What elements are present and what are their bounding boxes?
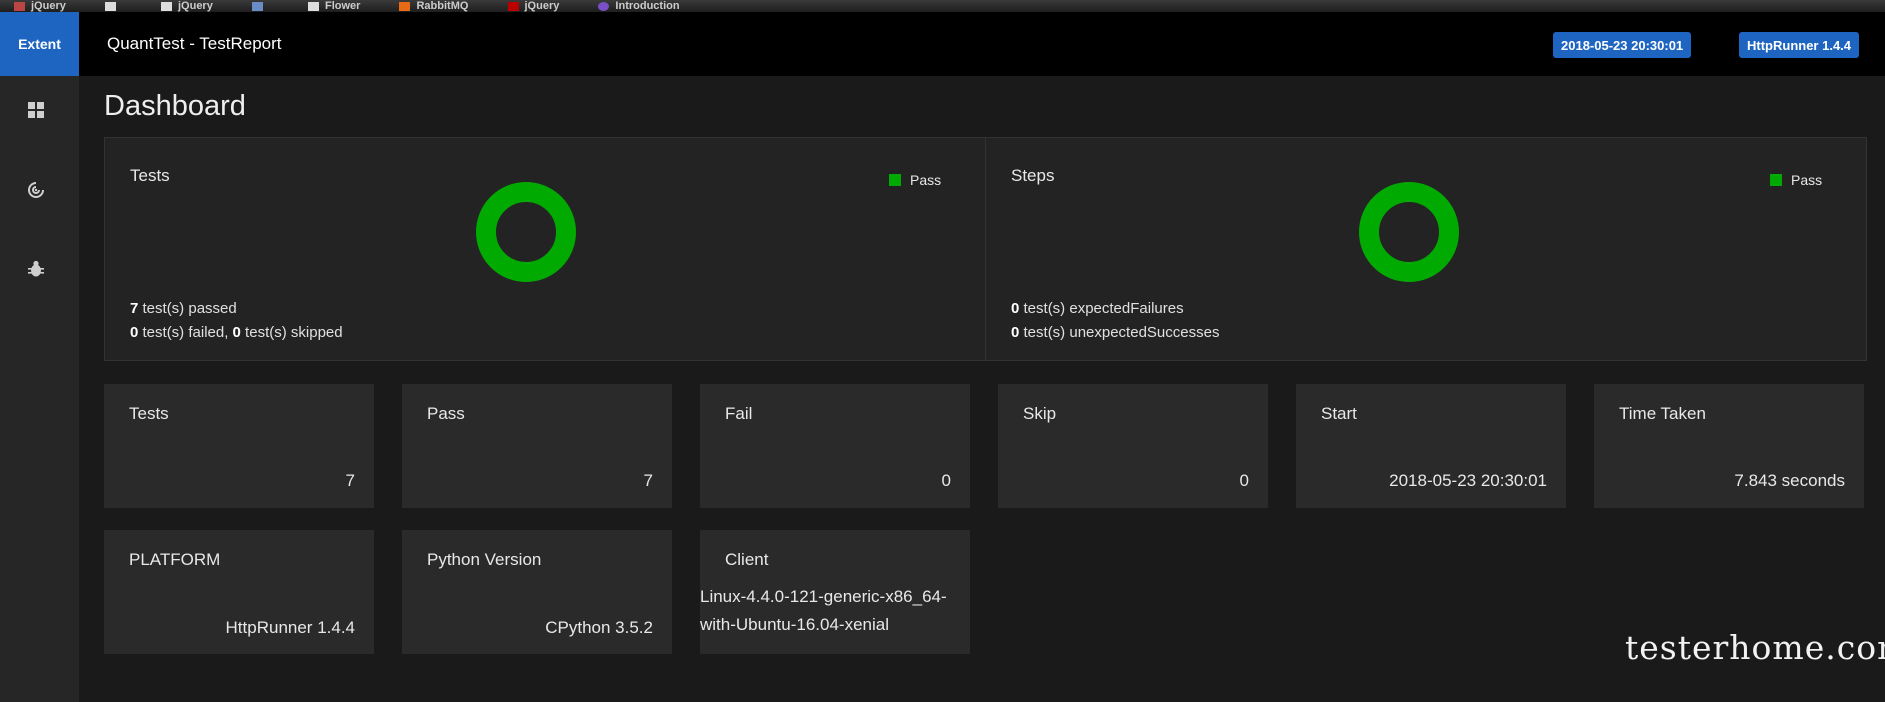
stat-card-fail: Fail 0 (700, 384, 970, 508)
main-content: Dashboard Tests Pass 7 test(s) passed 0 … (79, 76, 1885, 702)
sidebar (0, 76, 79, 702)
env-value: CPython 3.5.2 (545, 618, 653, 637)
stat-value: 7 (345, 471, 355, 490)
brand-logo[interactable]: Extent (0, 12, 79, 76)
stat-value: 2018-05-23 20:30:01 (1389, 471, 1547, 490)
steps-panel: Steps Pass 0 test(s) expectedFailures 0 … (985, 137, 1867, 361)
bookmark-item[interactable]: jQuery (507, 0, 559, 12)
report-title: QuantTest - TestReport (107, 34, 282, 53)
env-label: Python Version (427, 550, 542, 569)
legend-label: Pass (1791, 172, 1823, 188)
donut-pass-slice[interactable] (1359, 182, 1459, 282)
donut-pass-slice[interactable] (476, 182, 576, 282)
bookmark-item[interactable]: jQuery (160, 0, 213, 12)
stat-card-skip: Skip 0 (998, 384, 1268, 508)
steps-legend[interactable]: Pass (1770, 172, 1822, 188)
env-card-client: Client Linux-4.4.0-121-generic-x86_64-wi… (700, 530, 970, 654)
stat-value: 7.843 seconds (1734, 471, 1845, 490)
version-badge: HttpRunner 1.4.4 (1739, 32, 1860, 58)
site-watermark: testerhome.com (1625, 628, 1885, 667)
bookmarks-bar: jQuery jQuery Flower RabbitMQ jQuery Int… (0, 0, 1885, 12)
unexpected-successes-summary: 0 test(s) unexpectedSuccesses (1011, 324, 1220, 341)
tests-failed-summary: 0 test(s) failed, 0 test(s) skipped (130, 324, 343, 341)
tests-legend[interactable]: Pass (889, 172, 941, 188)
stat-card-start: Start 2018-05-23 20:30:01 (1296, 384, 1566, 508)
steps-donut-chart (1359, 182, 1459, 282)
stat-label: Start (1321, 404, 1357, 423)
stat-label: Pass (427, 404, 465, 423)
stat-label: Fail (725, 404, 753, 423)
target-icon[interactable] (26, 180, 46, 200)
bug-icon[interactable] (26, 259, 46, 279)
env-value: HttpRunner 1.4.4 (225, 618, 355, 637)
stat-label: Time Taken (1619, 404, 1706, 423)
dashboard-icon[interactable] (26, 100, 46, 120)
legend-label: Pass (910, 172, 942, 188)
env-label: PLATFORM (129, 550, 221, 569)
stat-label: Tests (129, 404, 169, 423)
tests-donut-chart (476, 182, 576, 282)
tests-passed-summary: 7 test(s) passed (130, 300, 237, 317)
steps-panel-title: Steps (1011, 166, 1055, 185)
stat-value: 7 (643, 471, 653, 490)
top-nav-bar: Extent QuantTest - TestReport 2018-05-23… (0, 12, 1885, 76)
tests-panel-title: Tests (130, 166, 170, 185)
stat-card-tests: Tests 7 (104, 384, 374, 508)
bookmark-item[interactable]: Introduction (598, 0, 680, 12)
env-card-python-version: Python Version CPython 3.5.2 (402, 530, 672, 654)
stat-value: 0 (941, 471, 951, 490)
bookmark-item[interactable]: Flower (307, 0, 360, 12)
bookmark-item[interactable] (251, 0, 269, 12)
stat-card-time-taken: Time Taken 7.843 seconds (1594, 384, 1864, 508)
stat-card-pass: Pass 7 (402, 384, 672, 508)
page-title: Dashboard (104, 90, 246, 122)
env-value: Linux-4.4.0-121-generic-x86_64-with-Ubun… (700, 587, 947, 634)
stat-label: Skip (1023, 404, 1057, 423)
bookmark-item[interactable]: RabbitMQ (399, 0, 468, 12)
bookmark-item[interactable] (104, 0, 122, 12)
legend-swatch (1770, 174, 1782, 186)
env-label: Client (725, 550, 769, 569)
bookmark-item[interactable]: jQuery (14, 0, 66, 12)
tests-panel: Tests Pass 7 test(s) passed 0 test(s) fa… (104, 137, 986, 361)
expected-failures-summary: 0 test(s) expectedFailures (1011, 300, 1184, 317)
stat-value: 0 (1239, 471, 1249, 490)
env-card-platform: PLATFORM HttpRunner 1.4.4 (104, 530, 374, 654)
legend-swatch (889, 174, 901, 186)
date-badge: 2018-05-23 20:30:01 (1553, 32, 1692, 58)
